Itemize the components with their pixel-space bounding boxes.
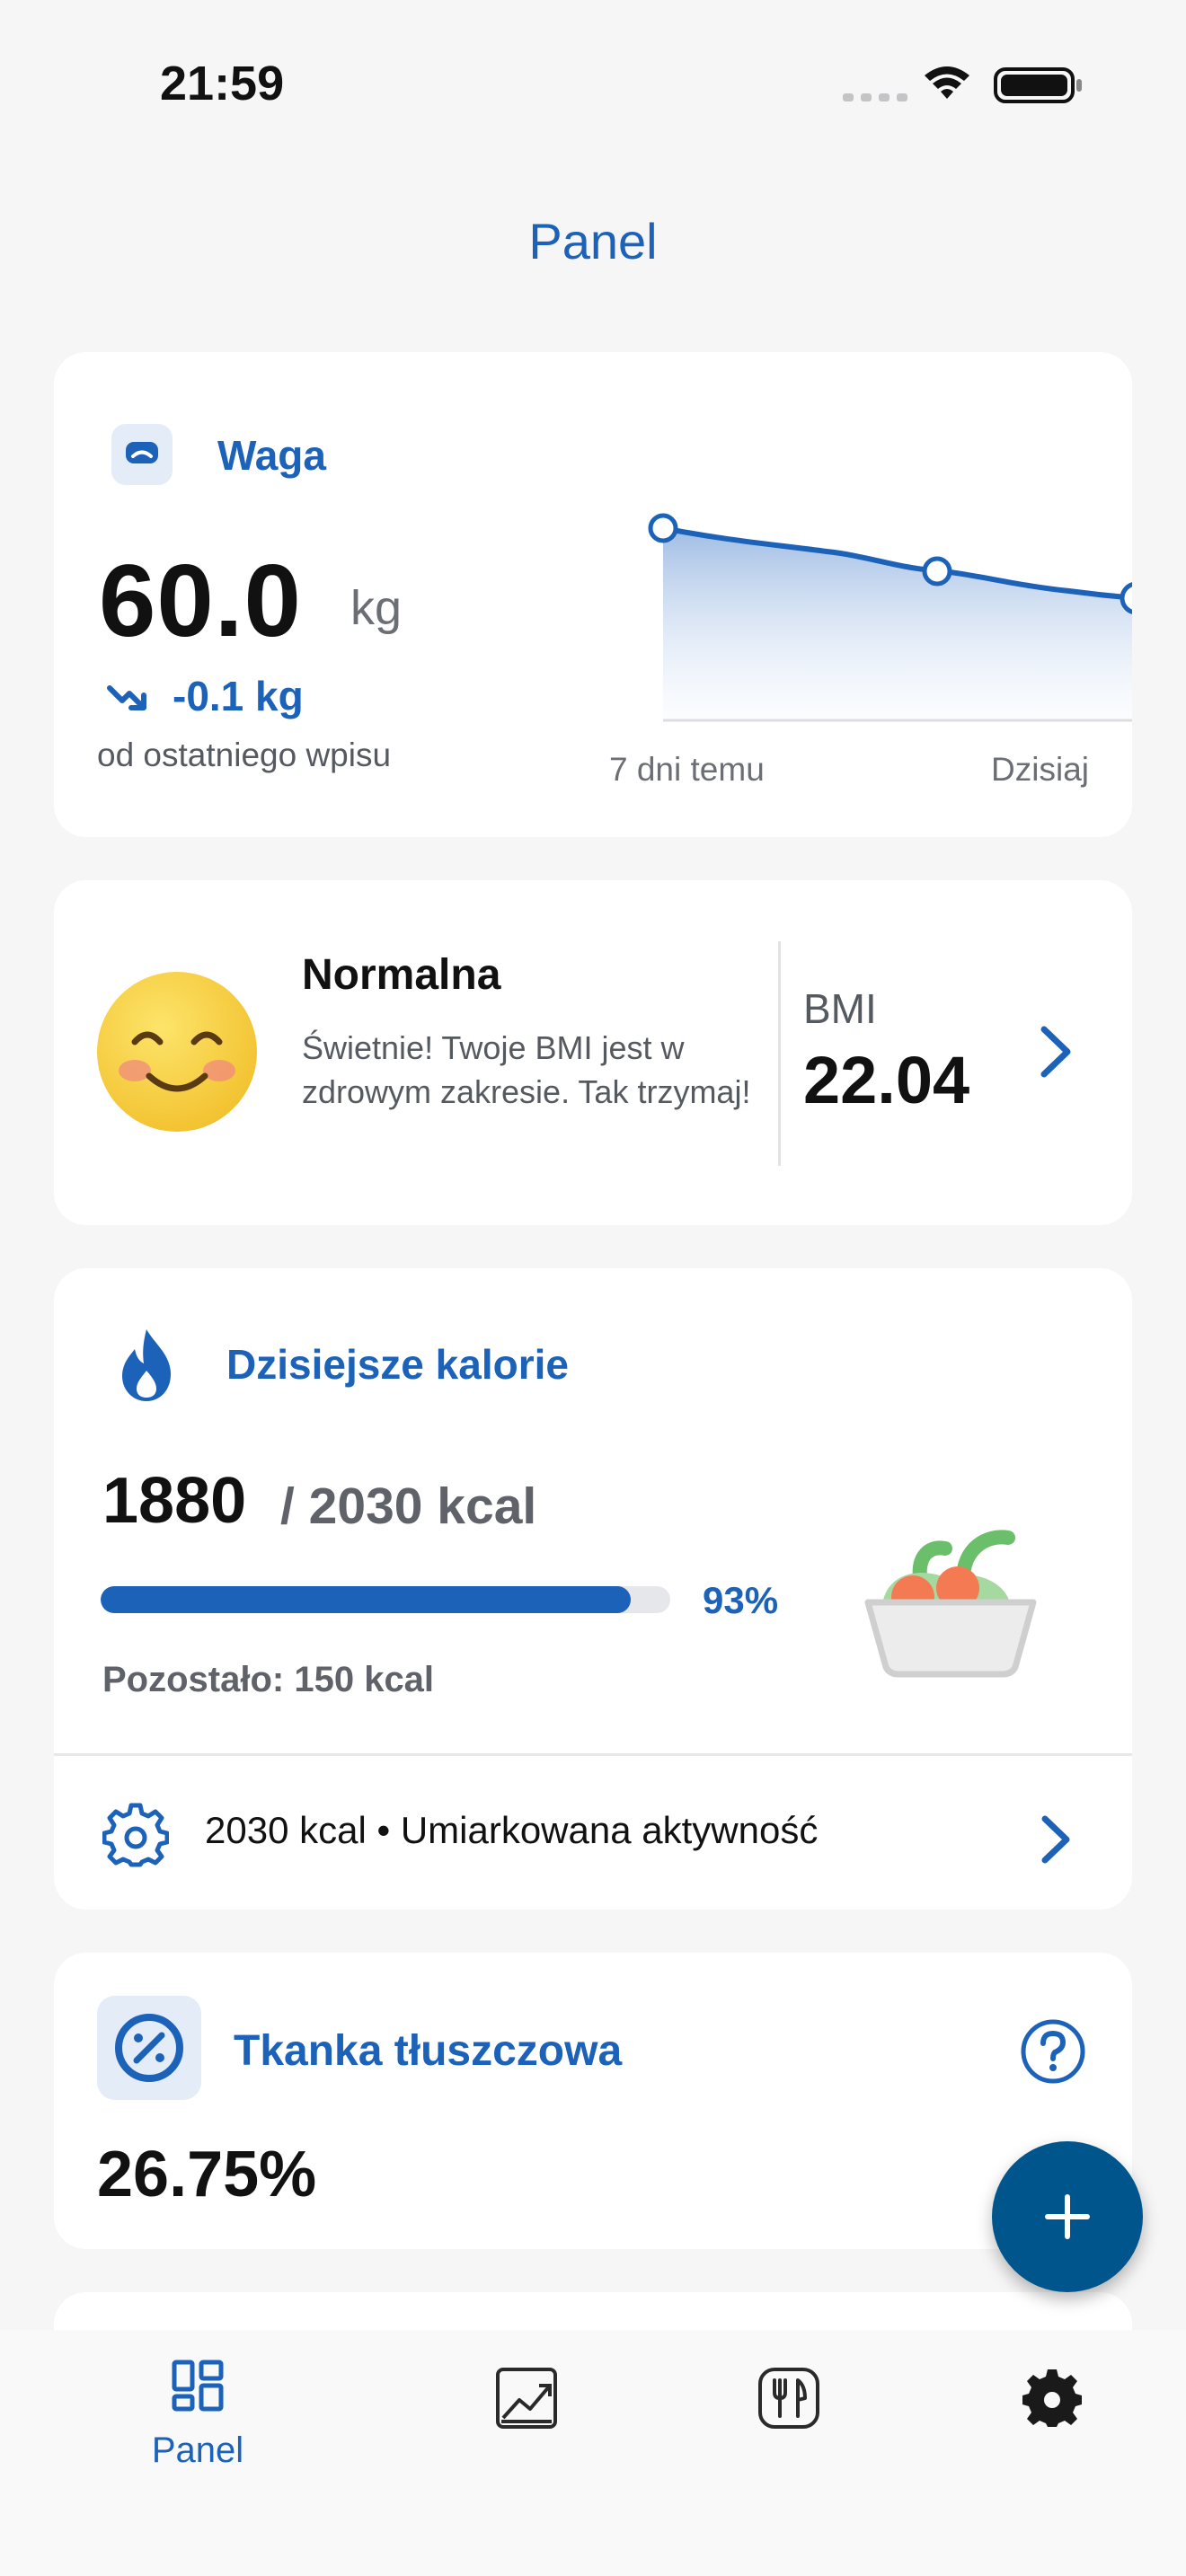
fork-knife-icon: [758, 2368, 819, 2429]
calories-progress-fill: [101, 1586, 631, 1613]
wifi-icon: [925, 66, 969, 99]
page-title: Panel: [528, 213, 658, 269]
smiling-face-icon: [97, 972, 257, 1132]
sparkline-point: [1120, 582, 1132, 614]
divider: [778, 941, 781, 1166]
calories-settings-text[interactable]: 2030 kcal • Umiarkowana aktywność: [205, 1809, 818, 1852]
bmi-card[interactable]: Normalna Świetnie! Twoje BMI jest w zdro…: [54, 880, 1132, 1225]
sparkline-point: [922, 556, 952, 587]
cellular-signal-icon: [843, 93, 907, 101]
chart-start-label: 7 dni temu: [609, 751, 765, 788]
weight-delta-caption: od ostatniego wpisu: [97, 737, 392, 773]
status-icons: [843, 66, 1082, 103]
gear-icon: [1022, 2369, 1082, 2427]
chart-icon: [496, 2368, 557, 2429]
weight-label: Waga: [217, 432, 326, 479]
scale-icon: [111, 424, 173, 485]
chevron-right-icon[interactable]: [1037, 1811, 1075, 1868]
percent-badge-icon: [97, 1996, 201, 2100]
dashboard-icon: [172, 2360, 224, 2412]
chart-end-label: Dzisiaj: [991, 751, 1089, 788]
divider: [54, 1753, 1132, 1756]
tab-progress[interactable]: [485, 2357, 571, 2443]
add-entry-button[interactable]: [992, 2141, 1143, 2292]
weight-delta: -0.1 kg: [173, 673, 304, 719]
gear-icon: [102, 1803, 169, 1867]
chevron-right-icon[interactable]: [1035, 1020, 1076, 1083]
sparkline-area: [663, 528, 1132, 719]
tab-panel[interactable]: Panel: [135, 2357, 261, 2492]
salad-bowl-icon: [864, 1530, 1037, 1678]
help-icon[interactable]: [1019, 2017, 1087, 2086]
calories-percent: 93%: [703, 1579, 779, 1621]
body-fat-value: 26.75%: [97, 2139, 317, 2210]
weight-unit: kg: [350, 581, 403, 635]
body-fat-title: Tkanka tłuszczowa: [234, 2027, 623, 2075]
bmi-label: BMI: [803, 985, 877, 1032]
tab-bar: Panel: [0, 2330, 1186, 2576]
plus-icon: [1045, 2194, 1090, 2239]
trend-down-icon: [107, 685, 146, 710]
flame-icon: [122, 1329, 171, 1401]
tab-panel-label: Panel: [151, 2430, 244, 2470]
calories-progress-bar: [101, 1586, 670, 1613]
weight-card[interactable]: Waga 60.0 kg -0.1 kg od ostatniego wpisu…: [54, 352, 1132, 837]
calories-title: Dzisiejsze kalorie: [226, 1341, 569, 1388]
bmi-value: 22.04: [803, 1043, 970, 1117]
body-fat-card[interactable]: Tkanka tłuszczowa 26.75%: [54, 1953, 1132, 2249]
weight-value: 60.0: [99, 544, 302, 658]
status-time: 21:59: [160, 57, 285, 110]
calories-goal: / 2030 kcal: [280, 1478, 537, 1535]
bmi-message: Świetnie! Twoje BMI jest w zdrowym zakre…: [302, 1029, 751, 1110]
calories-remaining: Pozostało: 150 kcal: [102, 1660, 435, 1699]
calories-card[interactable]: Dzisiejsze kalorie 1880 / 2030 kcal 93% …: [54, 1268, 1132, 1910]
bmi-category: Normalna: [302, 951, 501, 999]
calories-consumed: 1880: [102, 1465, 247, 1537]
sparkline-point: [648, 513, 678, 543]
battery-icon: [994, 67, 1082, 103]
tab-meals[interactable]: [748, 2357, 834, 2443]
weight-sparkline-chart: [648, 513, 1132, 722]
tab-settings[interactable]: [1010, 2357, 1096, 2443]
